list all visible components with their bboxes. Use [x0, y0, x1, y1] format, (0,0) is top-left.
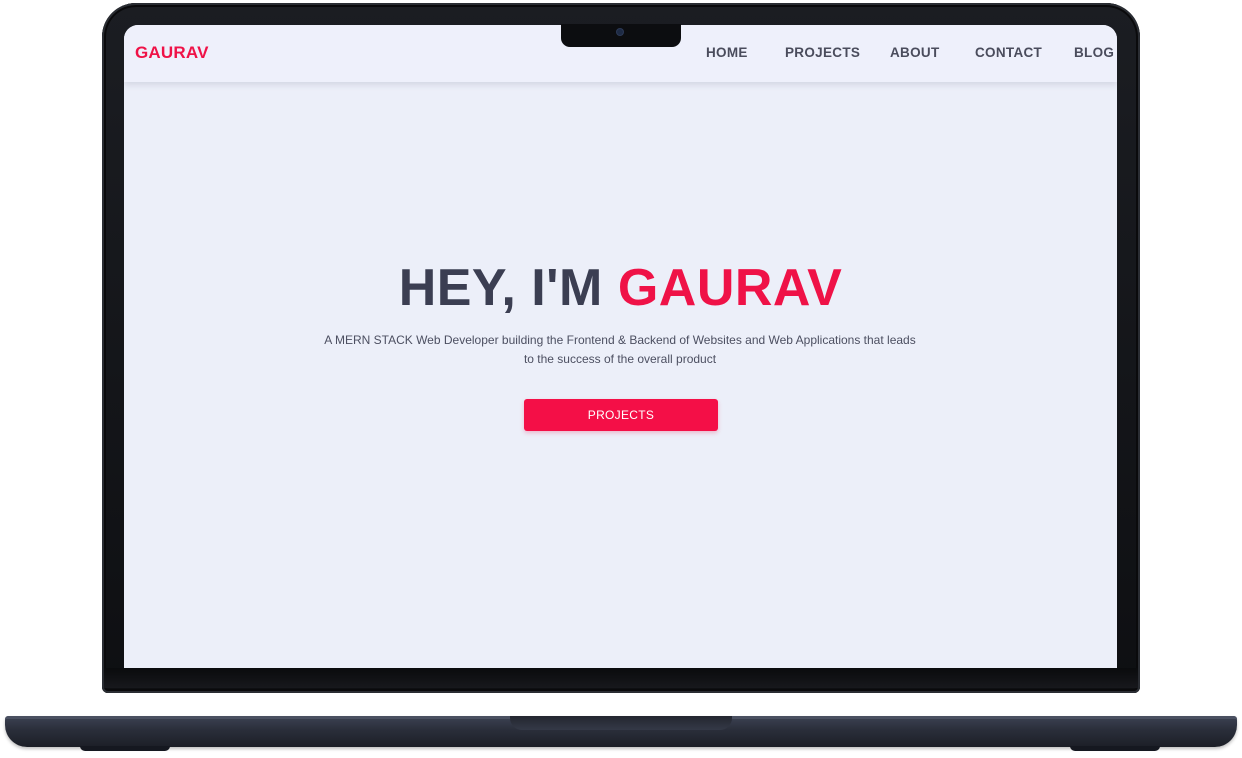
- hero-title: HEY, I'M GAURAV: [124, 257, 1117, 319]
- brand-logo[interactable]: GAURAV: [135, 43, 209, 63]
- nav-home[interactable]: HOME: [706, 45, 748, 60]
- camera-notch: [561, 24, 681, 47]
- hero-title-prefix: HEY, I'M: [398, 259, 618, 317]
- laptop-screen: GAURAV HOME PROJECTS ABOUT CONTACT BLOG …: [124, 25, 1117, 668]
- laptop-mockup: GAURAV HOME PROJECTS ABOUT CONTACT BLOG …: [0, 0, 1242, 758]
- camera-icon: [617, 29, 623, 35]
- nav-contact[interactable]: CONTACT: [975, 45, 1042, 60]
- laptop-open-notch: [510, 716, 732, 730]
- hero-title-name: GAURAV: [617, 259, 843, 317]
- laptop-chin: [104, 668, 1138, 688]
- hero-subtitle: A MERN STACK Web Developer building the …: [324, 333, 916, 366]
- projects-cta-button[interactable]: PROJECTS: [524, 399, 718, 431]
- nav-about[interactable]: ABOUT: [890, 45, 940, 60]
- laptop-foot-right: [1070, 746, 1160, 751]
- nav-projects[interactable]: PROJECTS: [785, 45, 860, 60]
- nav-blog[interactable]: BLOG: [1074, 45, 1114, 60]
- laptop-foot-left: [80, 746, 170, 751]
